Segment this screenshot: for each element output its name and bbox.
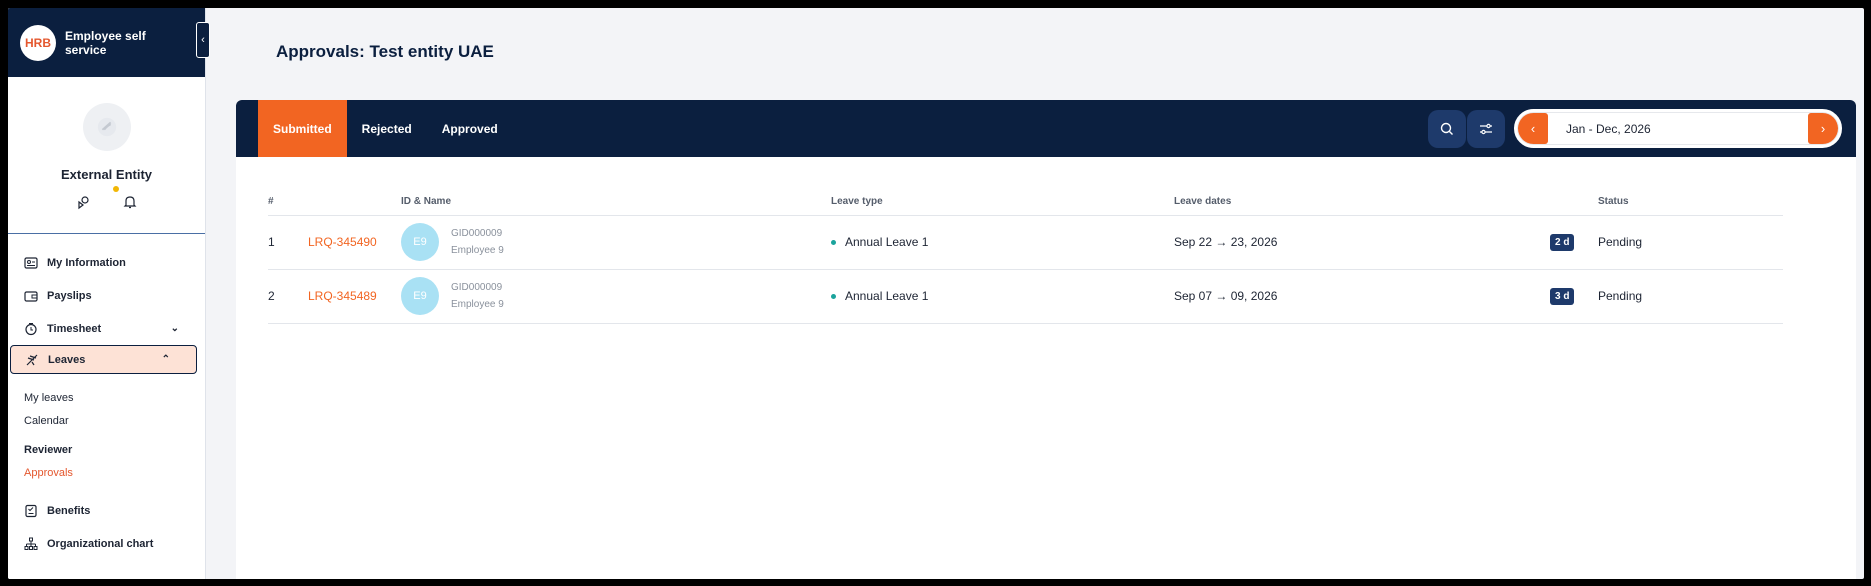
column-header-leave-type: Leave type bbox=[831, 195, 1174, 216]
submenu-calendar[interactable]: Calendar bbox=[8, 409, 205, 432]
page-title: Approvals: Test entity UAE bbox=[276, 42, 494, 61]
sidebar-item-label: Organizational chart bbox=[47, 537, 154, 550]
duration-badge: 2 d bbox=[1550, 233, 1575, 251]
org-chart-icon bbox=[24, 537, 38, 550]
id-card-icon bbox=[24, 256, 38, 269]
chevron-up-icon: ⌃ bbox=[161, 354, 170, 365]
date-range-picker[interactable]: ‹ Jan - Dec, 2026 › bbox=[1514, 109, 1842, 148]
sidebar-item-label: Timesheet bbox=[47, 322, 102, 335]
sidebar-item-label: My Information bbox=[47, 256, 126, 269]
column-header-leave-dates: Leave dates bbox=[1174, 195, 1550, 216]
sidebar-item-benefits[interactable]: Benefits bbox=[8, 494, 205, 527]
request-id-link[interactable]: LRQ-345490 bbox=[308, 235, 377, 249]
search-icon bbox=[1440, 122, 1453, 135]
search-button[interactable] bbox=[1428, 110, 1466, 148]
checklist-icon bbox=[25, 504, 37, 517]
sidebar: HRB Employee self service External Entit… bbox=[8, 8, 206, 579]
employee-name: Employee 9 bbox=[451, 245, 504, 256]
tab-rejected[interactable]: Rejected bbox=[347, 100, 427, 157]
leave-type: Annual Leave 1 bbox=[845, 289, 929, 303]
employee-gid: GID000009 bbox=[451, 228, 503, 239]
leave-type-dot bbox=[831, 240, 836, 246]
sidebar-item-label: Payslips bbox=[47, 289, 92, 302]
clock-icon bbox=[25, 322, 37, 335]
wallet-icon bbox=[24, 290, 38, 302]
leave-dates: Sep 22 → 23, 2026 bbox=[1174, 215, 1550, 270]
column-header-num: # bbox=[268, 195, 308, 216]
tab-submitted[interactable]: Submitted bbox=[258, 100, 347, 157]
sidebar-item-payslips[interactable]: Payslips bbox=[8, 279, 205, 312]
approvals-table: # ID & Name Leave type Leave dates Statu… bbox=[268, 195, 1783, 324]
leaves-submenu: My leaves Calendar Reviewer Approvals bbox=[8, 374, 205, 494]
duration-badge: 3 d bbox=[1550, 287, 1575, 305]
employee-gid: GID000009 bbox=[451, 282, 503, 293]
notification-dot bbox=[112, 186, 119, 192]
tab-approved[interactable]: Approved bbox=[427, 100, 513, 157]
switch-user-icon[interactable] bbox=[76, 194, 92, 215]
employee-avatar: E9 bbox=[401, 223, 439, 261]
column-header-id-name: ID & Name bbox=[401, 195, 831, 216]
row-number: 1 bbox=[268, 215, 308, 270]
chevron-down-icon: ⌄ bbox=[170, 323, 179, 334]
submenu-my-leaves[interactable]: My leaves bbox=[8, 386, 205, 409]
employee-name: Employee 9 bbox=[451, 299, 504, 310]
status-text: Pending bbox=[1598, 215, 1783, 270]
airplane-icon bbox=[26, 354, 38, 365]
sidebar-item-label: Leaves bbox=[48, 353, 86, 366]
previous-range-button[interactable]: ‹ bbox=[1518, 113, 1548, 144]
filter-button[interactable] bbox=[1467, 110, 1505, 148]
tab-bar: Submitted Rejected Approved ‹ Jan - Dec,… bbox=[236, 100, 1856, 157]
app-title: Employee self service bbox=[65, 28, 146, 57]
app-window: HRB Employee self service External Entit… bbox=[8, 8, 1864, 579]
filter-sliders-icon bbox=[1480, 123, 1492, 135]
entity-name: External Entity bbox=[60, 167, 153, 182]
sidebar-collapse-button[interactable]: ‹ bbox=[196, 22, 210, 58]
bell-icon[interactable] bbox=[122, 194, 138, 215]
status-text: Pending bbox=[1598, 269, 1783, 324]
brand-header: HRB Employee self service bbox=[8, 8, 205, 77]
table-row[interactable]: 2 LRQ-345489 E9 GID000009 Employee 9 Ann… bbox=[268, 269, 1783, 324]
request-id-link[interactable]: LRQ-345489 bbox=[308, 289, 377, 303]
submenu-approvals[interactable]: Approvals bbox=[8, 461, 205, 484]
sidebar-item-my-information[interactable]: My Information bbox=[8, 246, 205, 279]
sidebar-item-leaves[interactable]: Leaves ⌃ bbox=[10, 345, 197, 374]
column-header-status: Status bbox=[1598, 195, 1783, 216]
submenu-heading-reviewer: Reviewer bbox=[24, 443, 73, 456]
sidebar-item-timesheet[interactable]: Timesheet ⌄ bbox=[8, 312, 205, 345]
leave-type: Annual Leave 1 bbox=[845, 235, 929, 249]
employee-avatar: E9 bbox=[401, 277, 439, 315]
table-row[interactable]: 1 LRQ-345490 E9 GID000009 Employee 9 Ann… bbox=[268, 215, 1783, 270]
row-number: 2 bbox=[268, 269, 308, 324]
sidebar-item-organizational-chart[interactable]: Organizational chart bbox=[8, 527, 205, 560]
next-range-button[interactable]: › bbox=[1808, 113, 1838, 144]
profile-section: External Entity bbox=[8, 77, 205, 234]
company-logo: HRB bbox=[20, 24, 56, 61]
sidebar-item-label: Benefits bbox=[47, 504, 91, 517]
avatar-placeholder-icon bbox=[82, 103, 131, 151]
date-range-label: Jan - Dec, 2026 bbox=[1566, 121, 1651, 136]
sidebar-nav: My Information Payslips Timesheet ⌄ Leav… bbox=[8, 234, 205, 560]
leave-type-dot bbox=[831, 294, 836, 300]
approvals-panel: Submitted Rejected Approved ‹ Jan - Dec,… bbox=[236, 100, 1856, 579]
leave-dates: Sep 07 → 09, 2026 bbox=[1174, 269, 1550, 324]
